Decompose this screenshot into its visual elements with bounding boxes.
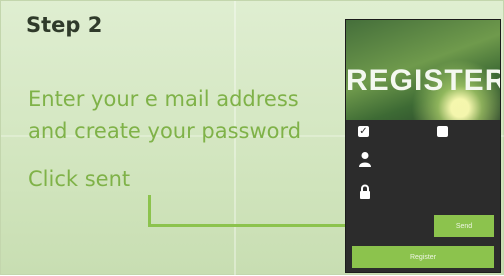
register-title: REGISTER <box>346 64 501 97</box>
step-title: Step 2 <box>26 13 103 37</box>
instruction-line-password: and create your password <box>28 119 302 143</box>
user-icon <box>359 152 371 167</box>
register-button[interactable]: Register <box>352 246 494 268</box>
instruction-line-email: Enter your e mail address <box>28 87 299 111</box>
phone-register-screen: REGISTER ✓ Send Register <box>345 19 501 273</box>
instruction-card: Step 2 Enter your e mail address and cre… <box>0 0 504 276</box>
checkbox-checked[interactable]: ✓ <box>358 126 369 137</box>
checkbox[interactable] <box>437 126 448 137</box>
instruction-line-click-sent: Click sent <box>28 167 131 191</box>
lock-icon <box>360 184 370 199</box>
send-button[interactable]: Send <box>434 215 494 237</box>
